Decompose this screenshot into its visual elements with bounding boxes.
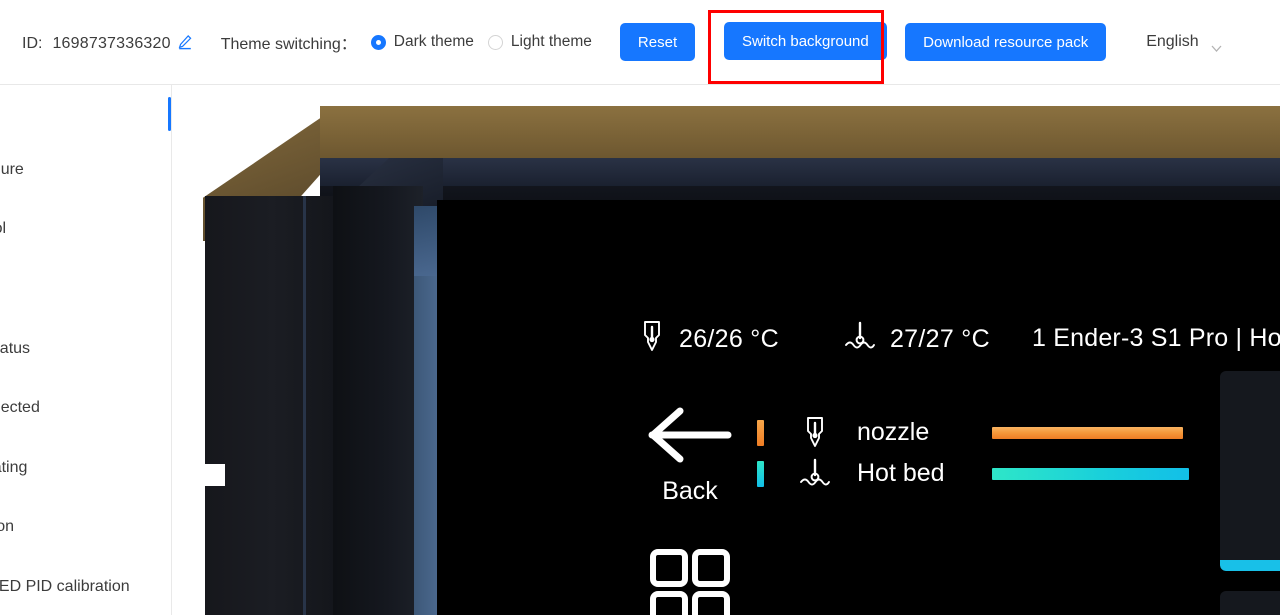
arrow-left-icon [646, 407, 734, 470]
temperature-row-nozzle[interactable]: nozzle 26 °C 26 °C [757, 412, 1280, 453]
radio-dark-theme-indicator[interactable] [370, 34, 386, 50]
lcd-home-button[interactable]: Home [635, 548, 745, 615]
sidebar-item-print-status[interactable]: int status [0, 336, 171, 362]
temperature-name-nozzle: nozzle [857, 418, 930, 446]
printer-id-value: 1698737336320 [52, 34, 171, 52]
printer-preview-area: 26/26 °C 27/27 °C 1 Ender-3 S1 Pro | Ho … [173, 86, 1280, 615]
hotbed-temperature-icon [843, 320, 877, 359]
switch-background-wrapper: Switch background [724, 22, 887, 60]
radio-dark-theme[interactable]: Dark theme [370, 33, 474, 51]
radio-light-theme[interactable]: Light theme [487, 33, 592, 51]
chevron-down-icon[interactable] [1211, 39, 1222, 52]
theme-switch-group: Theme switching： Dark theme Light theme [221, 30, 592, 54]
hotbed-temperature-icon [796, 457, 834, 491]
sidebar-item-hotbed-pid[interactable]: OTBED PID calibration [0, 574, 171, 600]
printer-id-label: ID: [22, 34, 43, 52]
radio-light-theme-label: Light theme [510, 33, 592, 50]
status-bed-temperature: 27/27 °C [843, 320, 990, 359]
printer-case-left-edge [303, 196, 306, 615]
sidebar-item-configure[interactable]: onfigure [0, 157, 171, 183]
printer-case-middle [333, 186, 423, 615]
switch-background-button[interactable]: Switch background [724, 22, 887, 60]
sidebar-item-home[interactable]: ome [0, 97, 171, 123]
lcd-temperature-list: nozzle 26 °C 26 °C [757, 412, 1280, 494]
temperature-row-hotbed[interactable]: Hot bed 27 °C 27 °C [757, 453, 1280, 494]
printer-bezel-top [320, 106, 1280, 158]
lcd-back-button[interactable]: Back [635, 404, 745, 506]
nozzle-temperature-icon [638, 320, 666, 359]
sidebar-item-extrusion[interactable]: trusion [0, 514, 171, 540]
sidebar-active-indicator [168, 97, 171, 131]
status-bed-temperature-value: 27/27 °C [889, 324, 990, 353]
nozzle-temperature-icon [796, 416, 834, 450]
printer-case-left [205, 196, 335, 615]
sidebar-nav: ome onfigure ontrol djust int status con… [0, 85, 172, 615]
sidebar-item-adjust[interactable]: djust [0, 276, 171, 302]
temperature-name-hotbed: Hot bed [857, 459, 945, 487]
status-nozzle-temperature: 26/26 °C [638, 320, 779, 359]
printer-id-group: ID: 1698737336320 [22, 32, 193, 53]
printer-3d-render: 26/26 °C 27/27 °C 1 Ender-3 S1 Pro | Ho … [173, 86, 1280, 615]
reset-button[interactable]: Reset [619, 23, 696, 61]
sidebar-item-unconnected[interactable]: connected [0, 395, 171, 421]
printer-lcd-screen: 26/26 °C 27/27 °C 1 Ender-3 S1 Pro | Ho … [437, 200, 1280, 615]
app-root: ID: 1698737336320 Theme switching： Dark … [0, 0, 1280, 615]
radio-light-theme-indicator[interactable] [487, 34, 503, 50]
lcd-page-title: 1 Ender-3 S1 Pro | Home [1032, 324, 1280, 352]
download-resource-pack-button[interactable]: Download resource pack [905, 23, 1107, 61]
sidebar-item-preheating[interactable]: eheating [0, 455, 171, 481]
temperature-bar-hotbed [992, 467, 1189, 480]
temperature-color-chip-hotbed [757, 460, 764, 487]
lcd-side-card-top[interactable] [1220, 371, 1280, 571]
status-nozzle-temperature-value: 26/26 °C [679, 324, 779, 353]
temperature-color-chip-nozzle [757, 419, 764, 446]
theme-switch-label: Theme switching： [220, 36, 357, 53]
top-toolbar: ID: 1698737336320 Theme switching： Dark … [0, 0, 1280, 85]
printer-case-notch [205, 464, 225, 486]
pencil-edit-icon[interactable] [177, 34, 193, 50]
language-selector-label: English [1146, 33, 1199, 50]
sidebar-item-control[interactable]: ontrol [0, 216, 171, 242]
language-selector[interactable]: English [1146, 33, 1222, 52]
lcd-side-card-top-accent [1220, 560, 1280, 571]
radio-dark-theme-label: Dark theme [393, 33, 474, 50]
temperature-bar-nozzle [992, 426, 1183, 439]
lcd-back-label: Back [662, 477, 718, 505]
lcd-side-card-bottom[interactable] [1220, 591, 1280, 615]
